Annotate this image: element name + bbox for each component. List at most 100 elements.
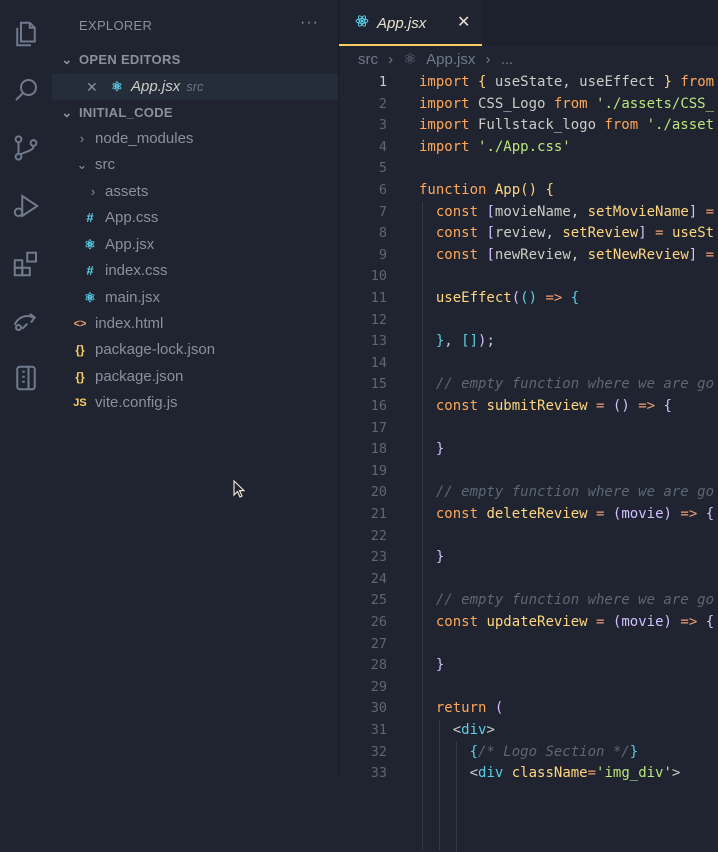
chevron-right-icon: ›: [90, 184, 96, 199]
tree-item-label: index.css: [105, 262, 168, 279]
activity-bar: [0, 0, 53, 778]
line-number: 2: [378, 95, 387, 112]
code-line: 9 const [newReview, setNewReview] =: [339, 245, 718, 267]
breadcrumb: src › ⚛ App.jsx › ...: [358, 50, 519, 68]
open-editors-header[interactable]: ⌄ OPEN EDITORS: [52, 47, 338, 73]
line-number: 28: [370, 657, 387, 674]
react-file-icon: ⚛: [111, 79, 123, 94]
line-number: 9: [378, 246, 387, 263]
run-debug-icon[interactable]: [8, 188, 44, 224]
tree-item-index-html[interactable]: <> index.html: [52, 311, 338, 337]
line-number: 21: [370, 506, 387, 522]
tree-item-main-jsx[interactable]: ⚛ main.jsx: [52, 285, 338, 311]
remote-explorer-icon[interactable]: [8, 302, 44, 338]
tree-item-app-css[interactable]: # App.css: [52, 205, 338, 231]
breadcrumb-item[interactable]: ...: [501, 51, 514, 68]
line-number: 31: [370, 722, 387, 738]
explorer-sidebar: EXPLORER ··· ⌄ OPEN EDITORS ✕ ⚛ App.jsx s…: [52, 0, 339, 778]
tab-app-jsx[interactable]: App.jsx ✕: [339, 0, 482, 46]
line-number: 13: [370, 333, 387, 350]
line-number: 10: [370, 268, 387, 285]
react-file-icon: ⚛: [84, 237, 96, 252]
line-number: 5: [378, 160, 387, 177]
line-number: 25: [370, 592, 387, 609]
code-line: 29: [339, 677, 718, 699]
code-line: 1 import { useState, useEffect } from: [339, 72, 718, 94]
tree-item-label: src: [95, 156, 115, 173]
code-line: 28 }: [339, 655, 718, 677]
breadcrumb-item[interactable]: src: [358, 51, 378, 68]
project-header[interactable]: ⌄ INITIAL_CODE: [52, 100, 338, 126]
tree-item-package-lock-json[interactable]: {} package-lock.json: [52, 337, 338, 363]
code-line: 15 // empty function where we are go: [339, 374, 718, 396]
line-number: 22: [370, 527, 387, 544]
open-editors-label: OPEN EDITORS: [79, 52, 181, 67]
code-line: 31 <div>: [339, 720, 718, 742]
testing-icon[interactable]: [8, 360, 44, 396]
code-line: 17: [339, 418, 718, 440]
code-line: 10: [339, 266, 718, 288]
code-line: 2 import CSS_Logo from './assets/CSS_: [339, 94, 718, 116]
json-file-icon: {}: [75, 343, 85, 357]
code-line: 19: [339, 461, 718, 483]
files-icon[interactable]: [8, 16, 44, 52]
code-line: 4 import './App.css': [339, 137, 718, 159]
code-line: 27: [339, 634, 718, 656]
chevron-down-icon: ⌄: [61, 105, 73, 120]
code-line: 3 import Fullstack_logo from './asset: [339, 115, 718, 137]
line-number: 33: [370, 765, 387, 782]
line-number: 12: [370, 311, 387, 328]
breadcrumb-item[interactable]: App.jsx: [426, 51, 475, 68]
tree-item-app-jsx[interactable]: ⚛ App.jsx: [52, 232, 338, 258]
line-number: 14: [370, 354, 387, 371]
tree-item-src[interactable]: ⌄ src: [52, 152, 338, 178]
tree-item-index-css[interactable]: # index.css: [52, 258, 338, 284]
code-line: 25 // empty function where we are go: [339, 590, 718, 612]
line-number: 20: [370, 484, 387, 501]
code-line: 33 <div className='img_div'>: [339, 763, 718, 785]
tree-item-assets[interactable]: › assets: [52, 179, 338, 205]
code-line: 11 useEffect(() => {: [339, 288, 718, 310]
line-number: 6: [378, 182, 387, 198]
chevron-right-icon: ›: [388, 51, 394, 68]
line-number: 15: [370, 376, 387, 393]
close-icon[interactable]: ✕: [457, 12, 470, 32]
tree-item-label: App.css: [105, 209, 159, 226]
code-line: 13 }, []);: [339, 331, 718, 353]
extensions-icon[interactable]: [8, 246, 44, 282]
react-file-icon: [355, 14, 369, 33]
open-editor-name: App.jsx: [131, 78, 181, 95]
search-icon[interactable]: [8, 72, 44, 108]
line-number: 7: [378, 203, 387, 220]
tree-item-label: App.jsx: [105, 236, 155, 253]
code-line: 24: [339, 569, 718, 591]
source-control-icon[interactable]: [8, 130, 44, 166]
explorer-title: EXPLORER: [79, 18, 153, 33]
editor-area: App.jsx ✕ src › ⚛ App.jsx › ... 1 import …: [339, 0, 718, 852]
tree-item-label: vite.config.js: [95, 394, 178, 411]
line-number: 27: [370, 635, 387, 652]
project-label: INITIAL_CODE: [79, 105, 173, 120]
open-editor-item[interactable]: ✕ ⚛ App.jsx src: [52, 74, 338, 100]
line-number: 32: [370, 743, 387, 760]
react-file-icon: ⚛: [84, 290, 96, 305]
line-number: 16: [370, 398, 387, 414]
line-number: 17: [370, 419, 387, 436]
chevron-right-icon: ›: [79, 131, 85, 146]
tree-item-vite-config-js[interactable]: JS vite.config.js: [52, 390, 338, 416]
tree-item-node-modules[interactable]: › node_modules: [52, 126, 338, 152]
tree-item-package-json[interactable]: {} package.json: [52, 364, 338, 390]
open-editor-desc: src: [186, 79, 204, 94]
code-line: 23 }: [339, 547, 718, 569]
more-actions-icon[interactable]: ···: [300, 14, 319, 32]
code-line: 7 const [movieName, setMovieName] =: [339, 202, 718, 224]
line-number: 3: [378, 117, 387, 134]
code-line: 18 }: [339, 439, 718, 461]
css-file-icon: #: [86, 263, 94, 278]
code-line: 32 {/* Logo Section */}: [339, 742, 718, 764]
close-icon[interactable]: ✕: [86, 74, 98, 100]
tree-item-label: package-lock.json: [95, 341, 216, 358]
code-line: 12: [339, 310, 718, 332]
code-line: 8 const [review, setReview] = useSt: [339, 223, 718, 245]
code-line: 21 const deleteReview = (movie) => {: [339, 504, 718, 526]
